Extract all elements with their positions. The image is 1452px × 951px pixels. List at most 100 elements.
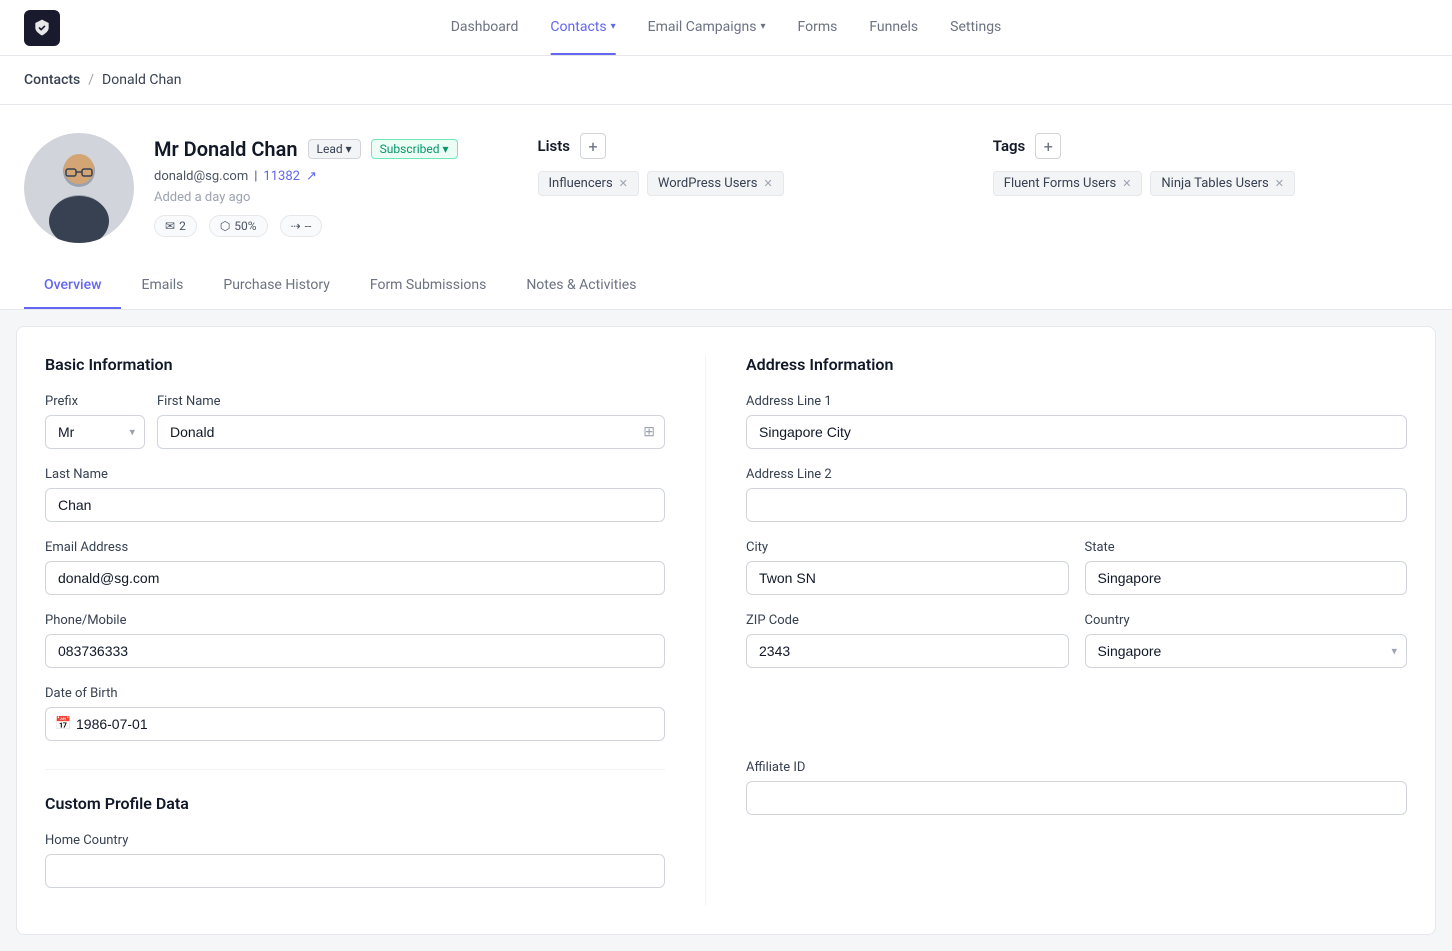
nav-email-campaigns[interactable]: Email Campaigns ▾ (648, 1, 766, 55)
breadcrumb: Contacts / Donald Chan (0, 56, 1452, 105)
email-row: Email Address (45, 540, 665, 595)
nav-dashboard[interactable]: Dashboard (451, 1, 519, 55)
stat-open-rate: ⬡ 50% (209, 215, 268, 237)
tags-title: Tags (993, 137, 1026, 155)
tab-purchase-history[interactable]: Purchase History (203, 263, 349, 309)
country-select[interactable]: Singapore United States United Kingdom A… (1085, 634, 1408, 668)
dob-input[interactable] (45, 707, 665, 741)
form-layout: Basic Information Prefix Mr Mrs Ms Dr (45, 355, 1407, 906)
lists-column: Lists + Influencers ✕ WordPress Users ✕ (538, 133, 953, 196)
external-link-icon: ↗ (306, 169, 317, 184)
nav-forms[interactable]: Forms (798, 1, 838, 55)
profile-header: Mr Donald Chan Lead ▾ Subscribed ▾ donal… (0, 105, 1452, 263)
calendar-icon: 📅 (55, 717, 71, 732)
nav-funnels[interactable]: Funnels (869, 1, 918, 55)
breadcrumb-home[interactable]: Contacts (24, 72, 80, 88)
first-name-label: First Name (157, 394, 665, 409)
stat-campaigns: ⇢ -- (280, 215, 323, 237)
list-item-wordpress: WordPress Users ✕ (647, 171, 784, 196)
country-select-wrap: Singapore United States United Kingdom A… (1085, 634, 1408, 668)
first-name-input[interactable] (157, 415, 665, 449)
tab-emails[interactable]: Emails (121, 263, 203, 309)
address2-input[interactable] (746, 488, 1407, 522)
address2-row: Address Line 2 (746, 467, 1407, 522)
first-name-field-group: First Name ⊞ (157, 394, 665, 449)
status-badge[interactable]: Subscribed ▾ (371, 139, 458, 159)
main-content: Basic Information Prefix Mr Mrs Ms Dr (0, 310, 1452, 951)
state-input[interactable] (1085, 561, 1408, 595)
nav-contacts[interactable]: Contacts ▾ (550, 1, 615, 55)
phone-row: Phone/Mobile (45, 613, 665, 668)
lead-badge[interactable]: Lead ▾ (308, 139, 361, 159)
profile-added: Added a day ago (154, 190, 458, 205)
tags-column: Tags + Fluent Forms Users ✕ Ninja Tables… (953, 133, 1408, 196)
profile-name-row: Mr Donald Chan Lead ▾ Subscribed ▾ (154, 137, 458, 161)
email-input[interactable] (45, 561, 665, 595)
tab-notes-activities[interactable]: Notes & Activities (506, 263, 656, 309)
open-rate-icon: ⬡ (220, 219, 230, 233)
lists-header: Lists + (538, 133, 953, 159)
remove-wordpress[interactable]: ✕ (763, 177, 772, 190)
address1-label: Address Line 1 (746, 394, 1407, 409)
lists-items: Influencers ✕ WordPress Users ✕ (538, 171, 953, 196)
content-card: Basic Information Prefix Mr Mrs Ms Dr (16, 326, 1436, 935)
add-list-button[interactable]: + (580, 133, 606, 159)
profile-stats: ✉ 2 ⬡ 50% ⇢ -- (154, 215, 458, 237)
home-country-row: Home Country (45, 833, 665, 888)
contacts-chevron: ▾ (611, 21, 616, 32)
tab-overview[interactable]: Overview (24, 263, 121, 309)
home-country-input[interactable] (45, 854, 665, 888)
lead-badge-chevron: ▾ (346, 142, 352, 156)
stat-emails: ✉ 2 (154, 215, 197, 237)
email-campaigns-chevron: ▾ (760, 21, 765, 32)
dob-wrap: 📅 (45, 707, 665, 741)
add-tag-button[interactable]: + (1035, 133, 1061, 159)
state-label: State (1085, 540, 1408, 555)
remove-ninja-tables[interactable]: ✕ (1275, 177, 1284, 190)
topnav: Dashboard Contacts ▾ Email Campaigns ▾ F… (0, 0, 1452, 56)
breadcrumb-current: Donald Chan (102, 72, 181, 88)
avatar (24, 133, 134, 243)
tag-fluent-forms: Fluent Forms Users ✕ (993, 171, 1143, 196)
tags-items: Fluent Forms Users ✕ Ninja Tables Users … (993, 171, 1408, 196)
campaigns-icon: ⇢ (291, 219, 301, 233)
dob-label: Date of Birth (45, 686, 665, 701)
last-name-row: Last Name (45, 467, 665, 522)
tabs-bar: Overview Emails Purchase History Form Su… (0, 263, 1452, 310)
profile-id-link[interactable]: 11382 (263, 169, 300, 184)
affiliate-id-label: Affiliate ID (746, 760, 1407, 775)
address-info-section: Address Information Address Line 1 Addre… (746, 355, 1407, 906)
custom-profile-title: Custom Profile Data (45, 769, 665, 813)
affiliate-id-input[interactable] (746, 781, 1407, 815)
home-country-label: Home Country (45, 833, 665, 848)
city-state-row: City State (746, 540, 1407, 595)
country-label: Country (1085, 613, 1408, 628)
remove-fluent-forms[interactable]: ✕ (1122, 177, 1131, 190)
prefix-field-group: Prefix Mr Mrs Ms Dr ▾ (45, 394, 145, 449)
phone-label: Phone/Mobile (45, 613, 665, 628)
last-name-label: Last Name (45, 467, 665, 482)
basic-info-section: Basic Information Prefix Mr Mrs Ms Dr (45, 355, 706, 906)
tag-ninja-tables: Ninja Tables Users ✕ (1150, 171, 1295, 196)
last-name-input[interactable] (45, 488, 665, 522)
affiliate-id-row: Affiliate ID (746, 760, 1407, 815)
address1-row: Address Line 1 (746, 394, 1407, 449)
zip-input[interactable] (746, 634, 1069, 668)
email-icon: ✉ (165, 219, 175, 233)
profile-info: Mr Donald Chan Lead ▾ Subscribed ▾ donal… (154, 133, 458, 237)
tab-form-submissions[interactable]: Form Submissions (350, 263, 506, 309)
city-label: City (746, 540, 1069, 555)
prefix-label: Prefix (45, 394, 145, 409)
city-input[interactable] (746, 561, 1069, 595)
address1-input[interactable] (746, 415, 1407, 449)
prefix-select[interactable]: Mr Mrs Ms Dr (45, 415, 145, 449)
first-name-wrap: ⊞ (157, 415, 665, 449)
phone-input[interactable] (45, 634, 665, 668)
status-badge-chevron: ▾ (442, 142, 448, 156)
app-logo[interactable] (24, 10, 60, 46)
breadcrumb-separator: / (88, 72, 94, 88)
nav-settings[interactable]: Settings (950, 1, 1001, 55)
country-field: Country Singapore United States United K… (1085, 613, 1408, 668)
remove-influencers[interactable]: ✕ (619, 177, 628, 190)
tags-header: Tags + (993, 133, 1408, 159)
